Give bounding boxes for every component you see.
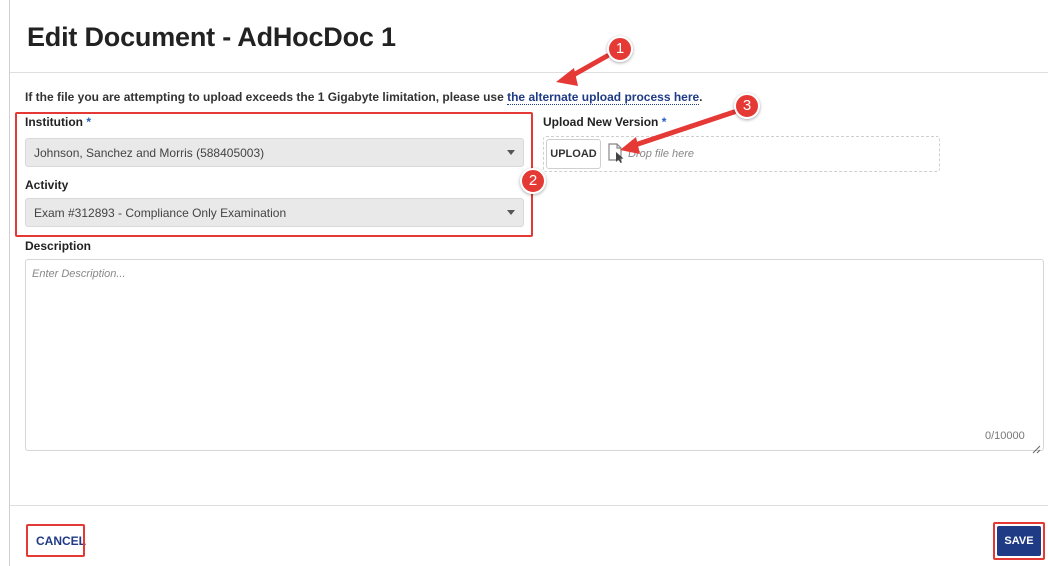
annotation-arrowhead-3: [620, 137, 640, 154]
annotation-arrows: [556, 53, 737, 154]
annotation-badge-3: 3: [734, 93, 760, 119]
annotation-arrowhead-1: [556, 68, 578, 86]
annotation-badge-2: 2: [520, 168, 546, 194]
annotation-badge-1: 1: [607, 36, 633, 62]
annotation-arrow-3: [629, 109, 737, 149]
